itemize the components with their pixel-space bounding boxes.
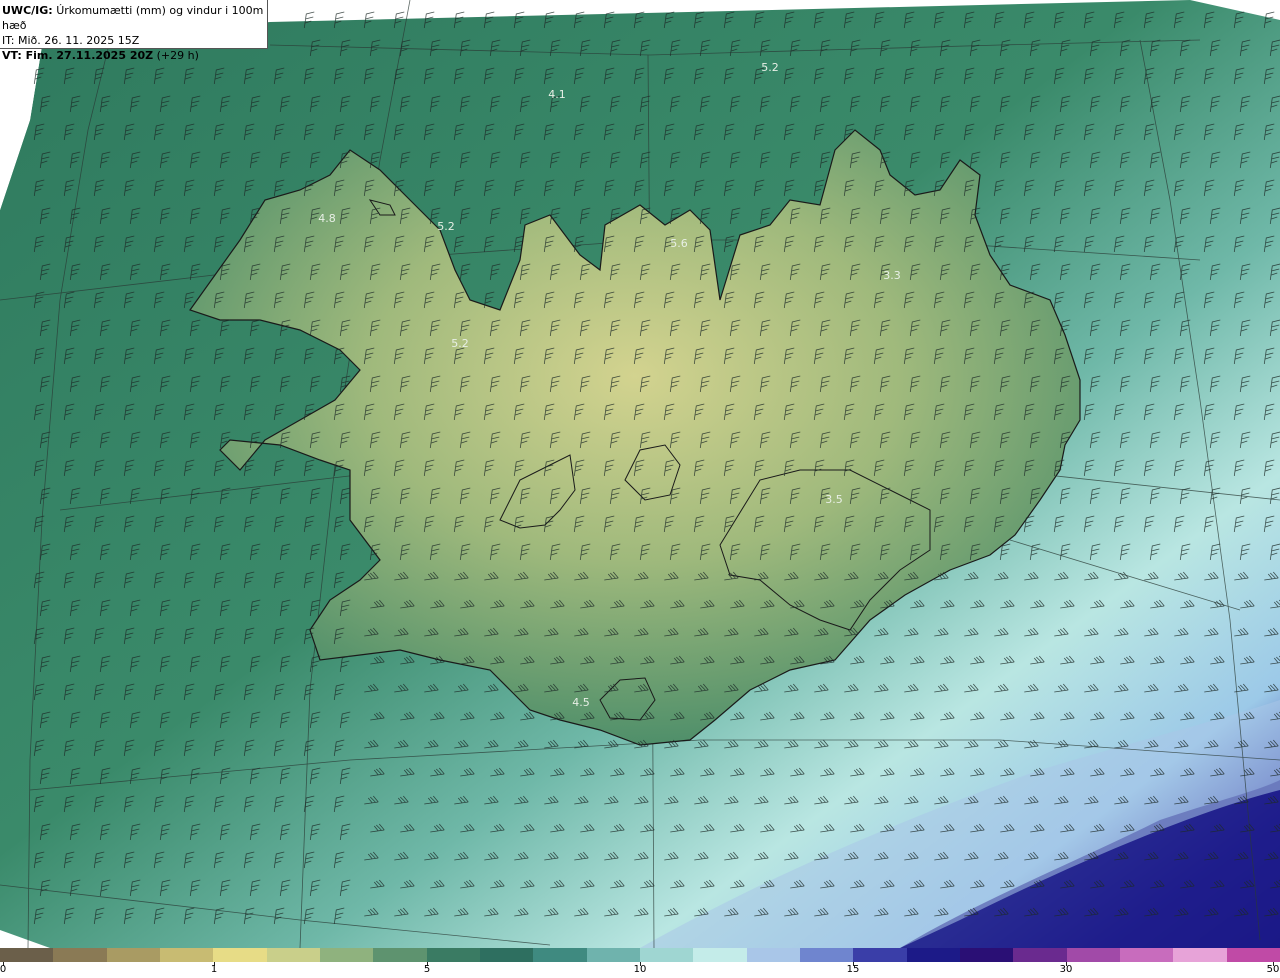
map-title-box: UWC/IG: Úrkomumætti (mm) og vindur i 100… [0,0,268,62]
colorbar-tick-label: 5 [423,964,431,975]
colorbar-segment [159,948,214,962]
colorbar-tick-label: 15 [846,964,860,975]
colorbar-segment [533,948,587,962]
colorbar-segment [799,948,854,962]
forecast-lead: (+29 h) [153,49,199,62]
value-label: 4.5 [572,696,590,709]
colorbar-tick-label: 10 [633,964,647,975]
colorbar-segment [853,948,907,962]
map-canvas: 5.2 4.1 4.8 5.2 5.6 3.3 5.2 3.5 4.5 [0,0,1280,948]
colorbar-segment [319,948,374,962]
colorbar-tick-label: 30 [1059,964,1073,975]
colorbar-strip [0,948,1280,962]
colorbar-segment [959,948,1014,962]
colorbar-segment [693,948,747,962]
colorbar-segment [0,948,54,962]
colorbar-segment [906,948,960,962]
value-label: 5.2 [761,61,779,74]
colorbar-segment [586,948,640,962]
colorbar-segment [53,948,107,962]
colorbar-segment [1226,948,1280,962]
model-name: UWC/IG: [2,4,53,17]
valid-time-line: VT: Fim. 27.11.2025 20Z (+29 h) [2,48,267,63]
colorbar: 0 1 5 10 15 30 50 [0,948,1280,978]
colorbar-tick-label: 1 [210,964,218,975]
value-label: 3.3 [883,269,901,282]
forecast-map: 5.2 4.1 4.8 5.2 5.6 3.3 5.2 3.5 4.5 UWC/… [0,0,1280,948]
value-label: 3.5 [825,493,843,506]
colorbar-segment [213,948,267,962]
value-label: 4.8 [318,212,336,225]
colorbar-segment [479,948,534,962]
colorbar-segment [1066,948,1120,962]
valid-time: VT: Fim. 27.11.2025 20Z [2,49,154,62]
colorbar-tick-label: 50 [1266,964,1280,975]
colorbar-segment [1013,948,1067,962]
colorbar-segment [426,948,480,962]
value-label: 4.1 [548,88,566,101]
colorbar-segment [639,948,694,962]
colorbar-segment [746,948,800,962]
colorbar-tick-label: 0 [0,964,7,975]
colorbar-segment [1173,948,1227,962]
title-line: UWC/IG: Úrkomumætti (mm) og vindur i 100… [2,3,267,33]
value-label: 5.2 [437,220,455,233]
colorbar-segment [106,948,160,962]
colorbar-segment [373,948,427,962]
colorbar-segment [1119,948,1174,962]
issue-time: IT: Mið. 26. 11. 2025 15Z [2,34,140,47]
value-label: 5.6 [670,237,688,250]
colorbar-segment [266,948,320,962]
value-label: 5.2 [451,337,469,350]
